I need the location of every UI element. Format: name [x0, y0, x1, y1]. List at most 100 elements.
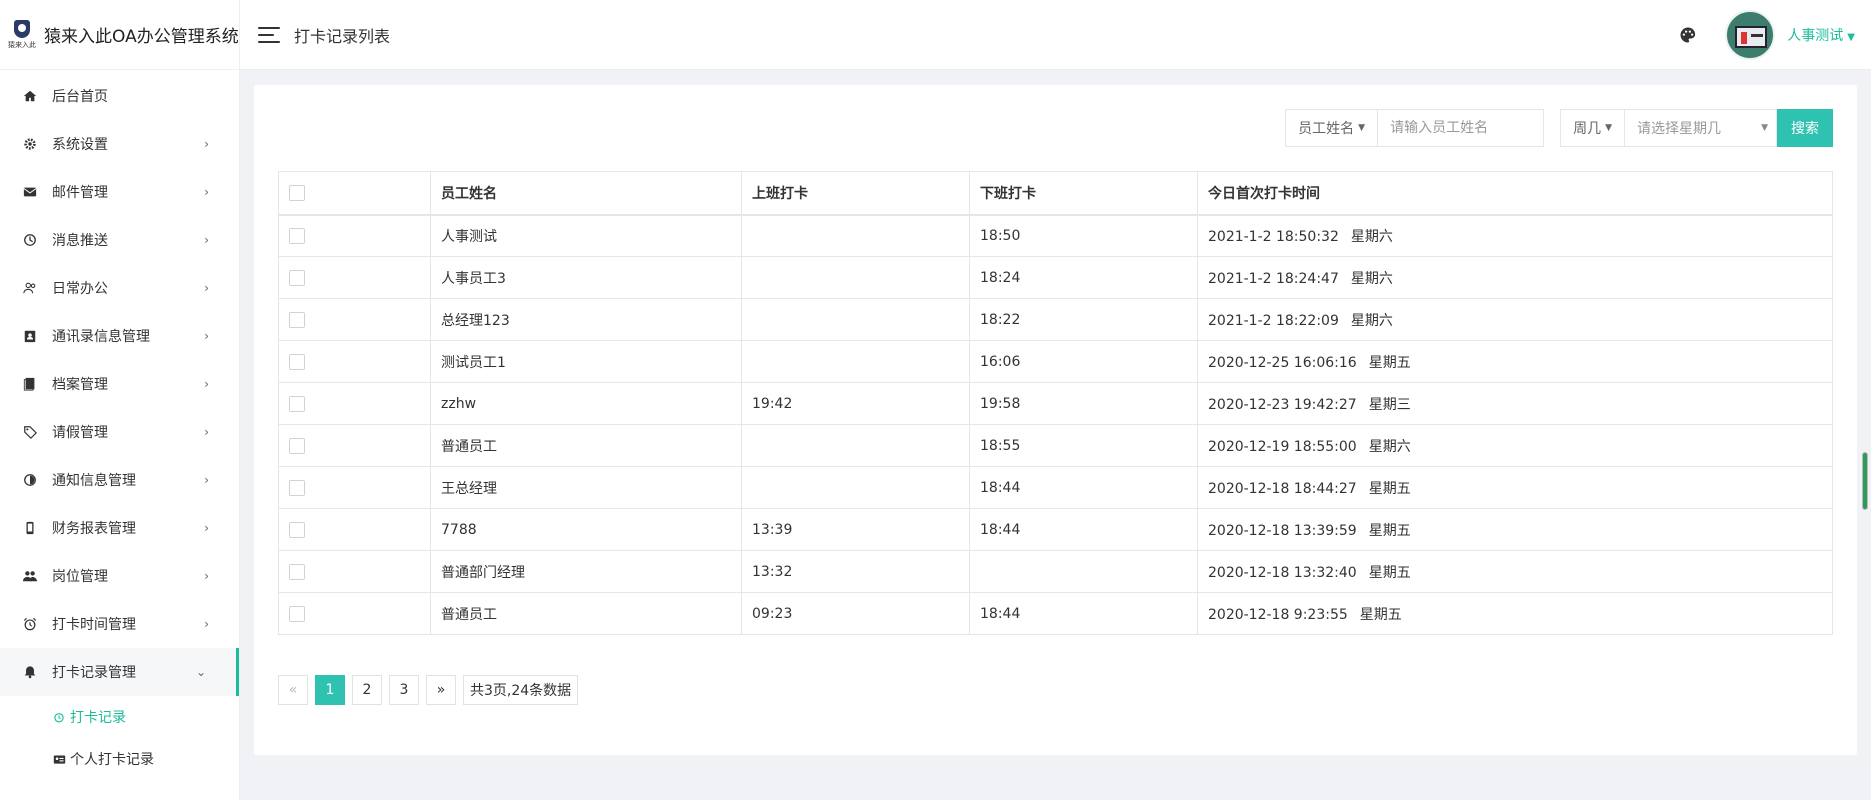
page-button-1[interactable]: 1 — [315, 675, 345, 705]
row-checkbox[interactable] — [289, 479, 305, 496]
shield-logo-icon — [14, 19, 30, 38]
weekday: 星期六 — [1350, 270, 1393, 287]
select-all-checkbox[interactable] — [289, 184, 305, 201]
next-page-button[interactable]: » — [426, 675, 456, 705]
sidebar-item-4[interactable]: 日常办公 › — [0, 264, 239, 312]
sidebar-subitem-0[interactable]: 打卡记录 — [0, 696, 239, 738]
employee-name-input[interactable] — [1378, 109, 1545, 147]
sidebar-item-1[interactable]: 系统设置 › — [0, 120, 239, 168]
row-checkbox[interactable] — [289, 269, 305, 286]
clock-out-cell — [969, 550, 1198, 593]
sidebar-item-12[interactable]: 打卡记录管理 ⌄ — [0, 648, 239, 696]
user-name: 人事测试 — [1787, 27, 1844, 44]
first-clock-time-cell: 2020-12-19 18:55:00 星期六 — [1197, 424, 1833, 467]
user-menu[interactable]: 人事测试 ▼ — [1787, 25, 1855, 45]
sidebar-item-9[interactable]: 财务报表管理 › — [0, 504, 239, 552]
table-row[interactable]: 人事测试 18:50 2021-1-2 18:50:32 星期六 — [278, 214, 1833, 257]
row-checkbox-cell[interactable] — [278, 382, 431, 425]
mobile-icon — [22, 520, 38, 536]
prev-page-button[interactable]: « — [278, 675, 308, 705]
palette-icon[interactable] — [1679, 26, 1697, 44]
table-row[interactable]: 王总经理 18:44 2020-12-18 18:44:27 星期五 — [278, 466, 1833, 509]
bell-icon — [22, 664, 38, 680]
chevron-right-icon: › — [204, 377, 209, 391]
chevron-right-icon: › — [204, 281, 209, 295]
row-checkbox-cell[interactable] — [278, 550, 431, 593]
row-checkbox[interactable] — [289, 395, 305, 412]
sidebar-item-3[interactable]: 消息推送 › — [0, 216, 239, 264]
page-button-2[interactable]: 2 — [352, 675, 382, 705]
table-row[interactable]: zzhw 19:42 19:58 2020-12-23 19:42:27 星期三 — [278, 382, 1833, 425]
chevron-right-icon: › — [204, 233, 209, 247]
clock-time: 2020-12-19 18:55:00 — [1208, 438, 1357, 455]
sidebar-item-7[interactable]: 请假管理 › — [0, 408, 239, 456]
menu-toggle-icon[interactable] — [258, 26, 280, 43]
employee-name-cell: 人事测试 — [430, 214, 742, 257]
gear-icon — [22, 136, 38, 152]
row-checkbox-cell[interactable] — [278, 466, 431, 509]
sidebar-subitem-1[interactable]: 个人打卡记录 — [0, 738, 239, 780]
sidebar-item-6[interactable]: 档案管理 › — [0, 360, 239, 408]
table-row[interactable]: 普通员工 18:55 2020-12-19 18:55:00 星期六 — [278, 424, 1833, 467]
table-row[interactable]: 总经理123 18:22 2021-1-2 18:22:09 星期六 — [278, 298, 1833, 341]
table-row[interactable]: 普通员工 09:23 18:44 2020-12-18 9:23:55 星期五 — [278, 592, 1833, 635]
sidebar-item-5[interactable]: 通讯录信息管理 › — [0, 312, 239, 360]
weekday: 星期五 — [1368, 564, 1411, 581]
row-checkbox-cell[interactable] — [278, 592, 431, 635]
table-row[interactable]: 普通部门经理 13:32 2020-12-18 13:32:40 星期五 — [278, 550, 1833, 593]
row-checkbox[interactable] — [289, 353, 305, 370]
clock-out-cell: 18:50 — [969, 214, 1198, 257]
employee-name-cell: 总经理123 — [430, 298, 742, 341]
first-clock-time-cell: 2020-12-18 13:32:40 星期五 — [1197, 550, 1833, 593]
week-filter-select[interactable]: 周几 ▼ — [1560, 109, 1625, 147]
sidebar-item-label: 邮件管理 — [52, 185, 108, 201]
alarm-icon — [22, 616, 38, 632]
brand[interactable]: 猿来入此 猿来入此OA办公管理系统 — [0, 0, 239, 70]
sidebar-item-2[interactable]: 邮件管理 › — [0, 168, 239, 216]
clock-out-cell: 16:06 — [969, 340, 1198, 383]
top-header: 打卡记录列表 人事测试 ▼ — [240, 0, 1871, 70]
row-checkbox-cell[interactable] — [278, 508, 431, 551]
caret-down-icon: ▼ — [1358, 123, 1366, 133]
page-title: 打卡记录列表 — [294, 26, 391, 46]
employee-name-cell: 普通员工 — [430, 592, 742, 635]
clock-time: 2020-12-18 13:39:59 — [1208, 522, 1357, 539]
first-clock-time-cell: 2020-12-18 18:44:27 星期五 — [1197, 466, 1833, 509]
header-employee-name: 员工姓名 — [430, 171, 742, 215]
weekday: 星期五 — [1368, 354, 1411, 371]
row-checkbox-cell[interactable] — [278, 298, 431, 341]
row-checkbox[interactable] — [289, 311, 305, 328]
tag-icon — [22, 424, 38, 440]
sidebar-item-0[interactable]: 后台首页 — [0, 72, 239, 120]
sidebar-item-8[interactable]: 通知信息管理 › — [0, 456, 239, 504]
row-checkbox[interactable] — [289, 563, 305, 580]
row-checkbox-cell[interactable] — [278, 256, 431, 299]
row-checkbox[interactable] — [289, 227, 305, 244]
row-checkbox[interactable] — [289, 437, 305, 454]
row-checkbox[interactable] — [289, 605, 305, 622]
sidebar-subitem-label: 个人打卡记录 — [70, 752, 154, 768]
row-checkbox-cell[interactable] — [278, 424, 431, 467]
search-button[interactable]: 搜索 — [1777, 109, 1833, 147]
clock-time: 2020-12-23 19:42:27 — [1208, 396, 1357, 413]
clock-time: 2021-1-2 18:22:09 — [1208, 312, 1339, 329]
page-button-3[interactable]: 3 — [389, 675, 419, 705]
name-filter-select[interactable]: 员工姓名 ▼ — [1285, 109, 1379, 147]
header-checkbox-cell[interactable] — [278, 171, 431, 215]
clock-in-cell — [741, 298, 970, 341]
weekday: 星期五 — [1368, 522, 1411, 539]
table-row[interactable]: 7788 13:39 18:44 2020-12-18 13:39:59 星期五 — [278, 508, 1833, 551]
first-clock-time-cell: 2021-1-2 18:22:09 星期六 — [1197, 298, 1833, 341]
row-checkbox-cell[interactable] — [278, 214, 431, 257]
sidebar-item-10[interactable]: 岗位管理 › — [0, 552, 239, 600]
page-scrollbar[interactable] — [1862, 452, 1868, 510]
row-checkbox[interactable] — [289, 521, 305, 538]
avatar[interactable] — [1725, 9, 1776, 60]
sidebar-item-11[interactable]: 打卡时间管理 › — [0, 600, 239, 648]
employee-name-cell: 普通员工 — [430, 424, 742, 467]
weekday-select[interactable]: 请选择星期几 ▼ — [1625, 109, 1777, 147]
table-row[interactable]: 测试员工1 16:06 2020-12-25 16:06:16 星期五 — [278, 340, 1833, 383]
chevron-right-icon: › — [204, 425, 209, 439]
table-row[interactable]: 人事员工3 18:24 2021-1-2 18:24:47 星期六 — [278, 256, 1833, 299]
row-checkbox-cell[interactable] — [278, 340, 431, 383]
